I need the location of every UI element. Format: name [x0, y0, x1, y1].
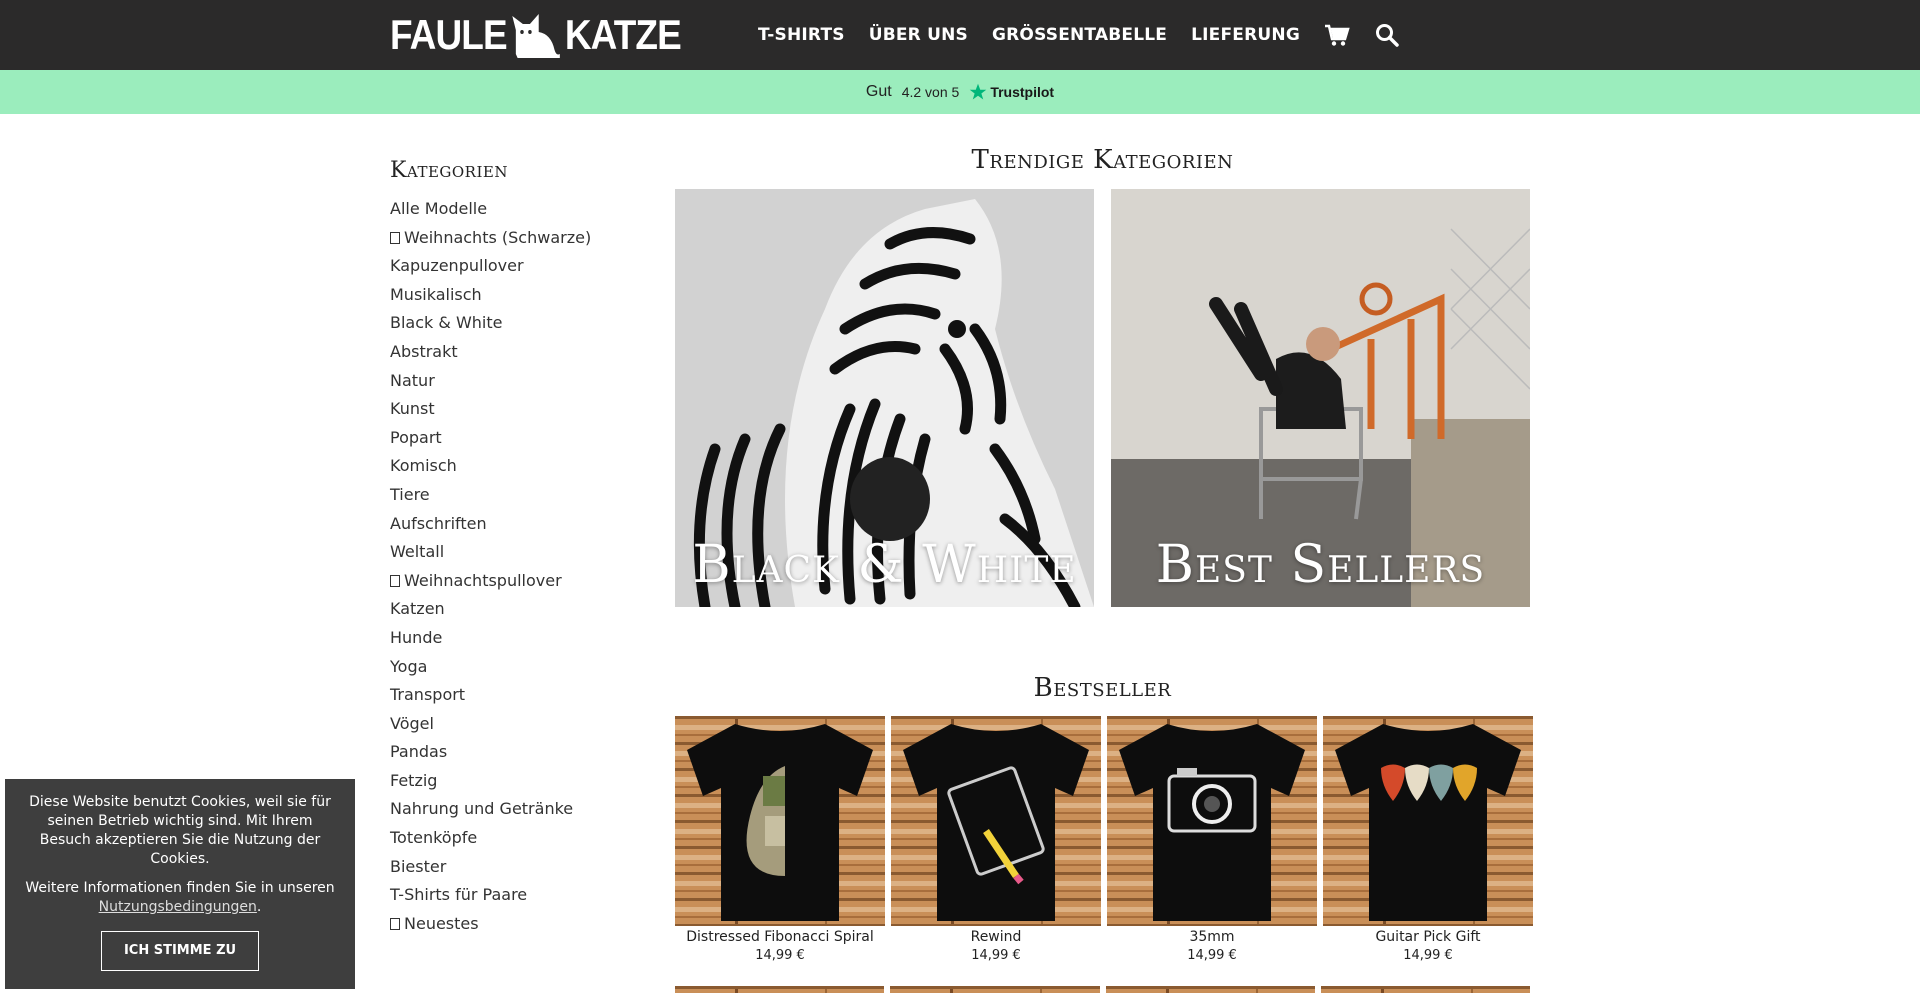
category-item[interactable]: Musikalisch: [390, 281, 650, 310]
category-item[interactable]: Yoga: [390, 653, 650, 682]
category-item[interactable]: Vögel: [390, 710, 650, 739]
category-item[interactable]: Kapuzenpullover: [390, 252, 650, 281]
trustpilot-label: Trustpilot: [990, 84, 1055, 100]
missing-glyph-icon: [390, 917, 400, 930]
product-price: 14,99 €: [1403, 948, 1453, 963]
search-icon[interactable]: [1374, 22, 1400, 48]
logo-text-right: KATZE: [564, 11, 682, 58]
nav-tshirts[interactable]: T-SHIRTS: [758, 25, 845, 45]
category-item[interactable]: Totenköpfe: [390, 824, 650, 853]
cookie-text: Diese Website benutzt Cookies, weil sie …: [29, 794, 331, 867]
cat-logo-icon: [512, 14, 560, 58]
product-image[interactable]: [675, 716, 885, 926]
product-name: 35mm: [1189, 929, 1235, 945]
category-item[interactable]: Popart: [390, 424, 650, 453]
tshirt-guitar-picks-image: [1323, 716, 1533, 926]
product-image[interactable]: [1320, 982, 1530, 993]
tile-black-white[interactable]: Black & White: [675, 189, 1094, 607]
trustpilot-logo: Trustpilot: [969, 83, 1054, 101]
missing-glyph-icon: [390, 231, 400, 244]
tile-best-sellers[interactable]: Best Sellers: [1111, 189, 1530, 607]
tile-label: Best Sellers: [1155, 535, 1486, 595]
category-item[interactable]: Katzen: [390, 595, 650, 624]
category-item[interactable]: Tiere: [390, 481, 650, 510]
logo[interactable]: FAULE KATZE: [390, 10, 682, 60]
tshirt-rewind-image: [891, 716, 1101, 926]
category-item[interactable]: Hunde: [390, 624, 650, 653]
category-item[interactable]: Nahrung und Getränke: [390, 795, 650, 824]
category-item[interactable]: Fetzig: [390, 767, 650, 796]
trust-word: Gut: [865, 83, 892, 100]
missing-glyph-icon: [390, 574, 400, 587]
category-item[interactable]: Natur: [390, 367, 650, 396]
product-grid: Distressed Fibonacci Spiral 14,99 € Rewi…: [675, 716, 1533, 963]
tshirt-camera-image: [1107, 716, 1317, 926]
cookie-more-info: Weitere Informationen finden Sie in unse…: [25, 880, 335, 915]
product-name: Guitar Pick Gift: [1375, 929, 1481, 945]
trending-title: Trendige Kategorien: [971, 145, 1234, 175]
trustpilot-bar[interactable]: Gut 4.2 von 5 Trustpilot: [0, 70, 1920, 114]
category-item[interactable]: Kunst: [390, 395, 650, 424]
category-item[interactable]: Pandas: [390, 738, 650, 767]
product-grid-row-2: [675, 982, 1530, 993]
category-item[interactable]: Aufschriften: [390, 510, 650, 539]
category-item[interactable]: Biester: [390, 853, 650, 882]
category-item[interactable]: T-Shirts für Paare: [390, 881, 650, 910]
product-card[interactable]: 35mm 14,99 €: [1107, 716, 1317, 963]
product-image[interactable]: [1107, 716, 1317, 926]
trust-rating: 4.2 von 5: [901, 84, 960, 100]
product-card[interactable]: Rewind 14,99 €: [891, 716, 1101, 963]
cart-icon[interactable]: [1324, 22, 1350, 48]
product-name: Rewind: [970, 929, 1022, 945]
category-item[interactable]: Komisch: [390, 452, 650, 481]
category-item[interactable]: Black & White: [390, 309, 650, 338]
product-image[interactable]: [1323, 716, 1533, 926]
bestseller-title: Bestseller: [1033, 673, 1172, 703]
category-item[interactable]: Abstrakt: [390, 338, 650, 367]
product-price: 14,99 €: [1187, 948, 1237, 963]
nav-ueber-uns[interactable]: ÜBER UNS: [869, 25, 968, 45]
category-item[interactable]: Alle Modelle: [390, 195, 650, 224]
product-image[interactable]: [890, 982, 1100, 993]
category-item[interactable]: Transport: [390, 681, 650, 710]
terms-link[interactable]: Nutzungsbedingungen: [99, 899, 257, 915]
cookie-banner: Diese Website benutzt Cookies, weil sie …: [5, 779, 355, 989]
product-name: Distressed Fibonacci Spiral: [686, 929, 874, 945]
product-price: 14,99 €: [971, 948, 1021, 963]
category-list: Alle Modelle Weihnachts (Schwarze) Kapuz…: [390, 195, 650, 938]
product-card[interactable]: Distressed Fibonacci Spiral 14,99 €: [675, 716, 885, 963]
accept-cookies-button[interactable]: ICH STIMME ZU: [101, 931, 259, 971]
logo-text-left: FAULE: [390, 11, 508, 58]
product-price: 14,99 €: [755, 948, 805, 963]
product-card[interactable]: Guitar Pick Gift 14,99 €: [1323, 716, 1533, 963]
category-item[interactable]: Neuestes: [390, 910, 650, 939]
nav-groessentabelle[interactable]: GRÖSSENTABELLE: [992, 25, 1167, 45]
product-image[interactable]: [891, 716, 1101, 926]
sidebar-title: Kategorien: [390, 158, 508, 183]
category-sidebar: Kategorien Alle Modelle Weihnachts (Schw…: [390, 158, 650, 938]
product-image[interactable]: [675, 982, 885, 993]
nav-lieferung[interactable]: LIEFERUNG: [1191, 25, 1300, 45]
tile-label: Black & White: [692, 535, 1077, 595]
category-item[interactable]: Weihnachts (Schwarze): [390, 224, 650, 253]
main-nav: T-SHIRTS ÜBER UNS GRÖSSENTABELLE LIEFERU…: [758, 0, 1400, 70]
star-icon: [970, 83, 987, 100]
category-item[interactable]: Weihnachtspullover: [390, 567, 650, 596]
tshirt-fibonacci-image: [675, 716, 885, 926]
category-item[interactable]: Weltall: [390, 538, 650, 567]
site-header: FAULE KATZE T-SHIRTS ÜBER UNS GRÖSSENTAB…: [0, 0, 1920, 70]
product-image[interactable]: [1105, 982, 1315, 993]
